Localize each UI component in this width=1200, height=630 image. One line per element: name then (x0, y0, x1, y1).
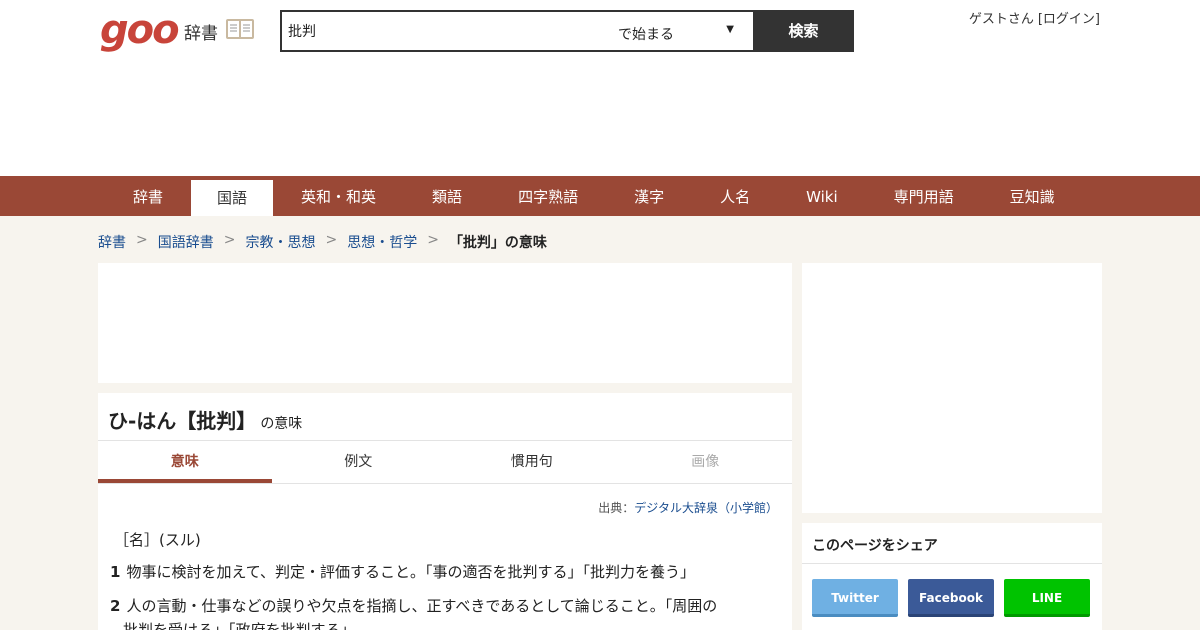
nav-item[interactable]: 専門用語 (866, 176, 982, 216)
search-mode-value: で始まる (618, 27, 674, 43)
definition-number: 2 (110, 597, 121, 615)
nav-item[interactable]: 辞書 (105, 176, 191, 216)
search-mode-select[interactable]: で始まる ▼ (612, 12, 752, 50)
share-panel: このページをシェア Twitter Facebook LINE (802, 523, 1102, 630)
search-input[interactable] (282, 12, 612, 50)
main-content: 辞書 > 国語辞書 > 宗教・思想 > 思想・哲学 > 「批判」の意味 ひ‐はん【批判】 の意味 … (0, 216, 1200, 630)
dictionary-label[interactable]: 辞書 (184, 19, 218, 44)
breadcrumb-link[interactable]: 国語辞書 (158, 232, 214, 252)
source-link[interactable]: デジタル大辞泉（小学館） (634, 501, 778, 515)
breadcrumb-current: 「批判」の意味 (448, 235, 547, 251)
definition-number: 1 (110, 563, 121, 581)
definition-text-cont: 批判を受ける」「政府を批判する」 (123, 621, 356, 630)
chevron-down-icon: ▼ (726, 24, 734, 35)
nav-item[interactable]: 人名 (692, 176, 778, 216)
ad-banner (98, 263, 792, 383)
user-info: ゲストさん [ログイン] (965, 8, 1100, 27)
nav-list: 辞書 国語 英和・和英 類語 四字熟語 漢字 人名 Wiki 専門用語 豆知識 (105, 176, 1083, 216)
ad-sidebar (802, 263, 1102, 513)
definition-text: 人の言動・仕事などの誤りや欠点を指摘し、正すべきであるとして論じること。「周囲の (126, 597, 718, 615)
part-of-speech: ［名］(スル) (114, 531, 201, 549)
category-nav: 辞書 国語 英和・和英 類語 四字熟語 漢字 人名 Wiki 専門用語 豆知識 (0, 176, 1200, 216)
source-citation: 出典：デジタル大辞泉（小学館） (598, 499, 778, 516)
entry-tab[interactable]: 例文 (272, 441, 446, 483)
definition-2: 2 人の言動・仕事などの誤りや欠点を指摘し、正すべきであるとして論じること。「周囲… (110, 594, 780, 630)
book-icon (226, 19, 254, 39)
search-button[interactable]: 検索 (753, 10, 854, 52)
entry-tab: 画像 (691, 454, 720, 470)
headword-suffix: の意味 (260, 416, 303, 432)
definition-1: 1 物事に検討を加えて、判定・評価すること。「事の適否を批判する」「批判力を養う」 (110, 560, 780, 584)
breadcrumb-separator: > (136, 232, 148, 248)
breadcrumb: 辞書 > 国語辞書 > 宗教・思想 > 思想・哲学 > 「批判」の意味 (98, 232, 547, 252)
nav-item[interactable]: 国語 (191, 180, 274, 216)
breadcrumb-separator: > (223, 232, 236, 248)
entry-tabs: 意味 例文 慣用句 画像 (98, 440, 792, 484)
line-share-button[interactable]: LINE (1004, 579, 1090, 617)
breadcrumb-link[interactable]: 宗教・思想 (245, 232, 315, 252)
nav-item[interactable]: 四字熟語 (490, 176, 606, 216)
site-header: goo 辞書 で始まる ▼ 検索 ゲストさん [ログイン] (0, 0, 1200, 176)
nav-item[interactable]: 豆知識 (982, 176, 1083, 216)
dictionary-entry: ひ‐はん【批判】 の意味 意味 例文 慣用句 画像 出典：デジタル大辞泉（小学館） ［名… (98, 393, 792, 630)
headword: ひ‐はん【批判】 (108, 409, 257, 433)
definition-text: 物事に検討を加えて、判定・評価すること。「事の適否を批判する」「批判力を養う」 (126, 563, 695, 581)
breadcrumb-link[interactable]: 辞書 (98, 232, 126, 252)
breadcrumb-separator: > (325, 232, 338, 248)
breadcrumb-link[interactable]: 思想・哲学 (347, 232, 417, 252)
nav-item[interactable]: 英和・和英 (273, 176, 404, 216)
user-name: ゲストさん (968, 12, 1034, 27)
entry-title: ひ‐はん【批判】 の意味 (108, 405, 302, 434)
goo-logo[interactable]: goo (100, 10, 180, 50)
entry-tab[interactable]: 意味 (98, 441, 272, 483)
divider (802, 563, 1102, 564)
source-label: 出典： (598, 501, 635, 515)
facebook-share-button[interactable]: Facebook (908, 579, 994, 617)
twitter-share-button[interactable]: Twitter (812, 579, 898, 617)
login-link[interactable]: [ログイン] (1038, 12, 1100, 27)
entry-tab[interactable]: 慣用句 (445, 441, 619, 483)
nav-item[interactable]: 類語 (404, 176, 490, 216)
share-title: このページをシェア (812, 538, 938, 554)
nav-item[interactable]: 漢字 (606, 176, 692, 216)
nav-item[interactable]: Wiki (778, 176, 866, 216)
search-box: で始まる ▼ 検索 (280, 10, 854, 52)
breadcrumb-separator: > (427, 232, 439, 248)
